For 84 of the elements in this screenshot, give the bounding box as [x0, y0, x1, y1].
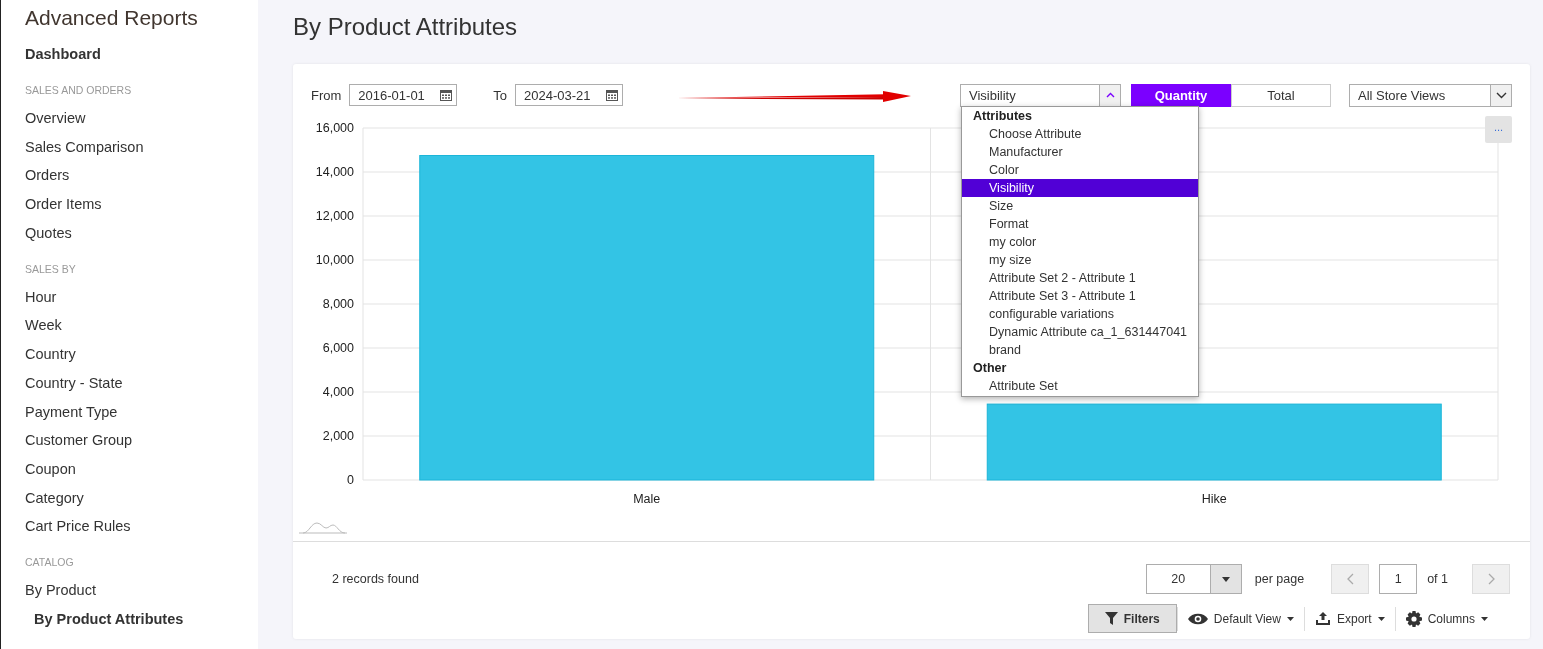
caret-down-icon — [1495, 91, 1507, 99]
axis-tick-label: 14,000 — [315, 165, 354, 179]
axis-tick-label: 6,000 — [322, 341, 354, 355]
dropdown-option[interactable]: Attribute Set 3 - Attribute 1 — [962, 287, 1198, 305]
caret-down-icon — [1481, 616, 1488, 621]
dropdown-option[interactable]: Visibility — [962, 179, 1198, 197]
axis-category-label: Hike — [1201, 492, 1227, 506]
dropdown-option[interactable]: Size — [962, 197, 1198, 215]
previous-page-button[interactable] — [1331, 564, 1370, 594]
sidebar-item[interactable]: By Product Attributes — [34, 608, 258, 629]
option-group-label: Other — [972, 360, 1008, 377]
date-label: From — [311, 87, 342, 103]
date-field[interactable]: 2016-01-01 — [349, 84, 458, 106]
sidebar-item[interactable]: Sales Comparison — [25, 136, 258, 157]
view-button[interactable]: Default View — [1177, 604, 1304, 633]
eye-icon — [1187, 612, 1208, 625]
sidebar-heading: SALES BY — [25, 262, 77, 275]
caret-down-icon — [1221, 576, 1230, 582]
caret-up-icon — [1105, 92, 1115, 98]
chevron-left-icon — [1346, 573, 1354, 585]
store-select[interactable]: All Store Views — [1349, 83, 1512, 107]
caret-down-icon — [1286, 616, 1294, 621]
metric-toggle[interactable]: Total — [1231, 83, 1331, 107]
axis-tick-label: 12,000 — [315, 209, 354, 223]
attribute-select[interactable]: Visibility — [960, 83, 1121, 107]
sidebar-item[interactable]: Overview — [25, 108, 258, 128]
sidebar-item[interactable]: Quotes — [25, 222, 258, 243]
sidebar-item[interactable]: Order Items — [25, 194, 258, 215]
chevron-right-icon — [1487, 573, 1495, 585]
dropdown-option[interactable]: Choose Attribute — [962, 125, 1198, 143]
axis-tick-label: 16,000 — [315, 121, 354, 135]
sidebar-heading: SALES AND ORDERS — [25, 84, 133, 96]
records-count: 2 records found — [332, 572, 419, 586]
filter-icon — [1104, 612, 1118, 625]
dropdown-option[interactable]: my color — [962, 233, 1198, 251]
filters-button[interactable]: Filters — [1087, 604, 1177, 633]
axis-tick-label: 0 — [347, 473, 354, 487]
page-size-select[interactable]: 20 — [1145, 564, 1242, 594]
export-button[interactable]: Export — [1304, 604, 1395, 633]
page-count: of 1 — [1427, 572, 1448, 586]
sidebar-item[interactable]: Payment Type — [25, 401, 258, 422]
date-field[interactable]: 2024-03-21 — [515, 84, 624, 106]
axis-tick-label: 10,000 — [315, 253, 354, 267]
sidebar-item[interactable]: Coupon — [25, 458, 258, 479]
next-page-button[interactable] — [1472, 564, 1510, 594]
axis-tick-label: 2,000 — [322, 429, 354, 443]
sparkline-icon — [299, 522, 347, 534]
chart-menu-button[interactable]: ... — [1485, 116, 1512, 143]
sidebar-item[interactable]: Hour — [25, 286, 258, 307]
axis-tick-label: 4,000 — [322, 385, 354, 399]
metric-toggle[interactable]: Quantity — [1131, 83, 1231, 107]
dropdown-option[interactable]: my size — [962, 251, 1198, 269]
option-group-label: Attributes — [972, 108, 1034, 125]
sidebar-item[interactable]: Customer Group — [25, 430, 258, 451]
sidebar-item[interactable]: Cart Price Rules — [25, 516, 258, 537]
columns-button[interactable]: Columns — [1395, 604, 1498, 633]
gear-icon — [1405, 610, 1422, 627]
sidebar-item[interactable]: Country - State — [25, 372, 258, 393]
page-number-field[interactable]: 1 — [1379, 564, 1418, 594]
sidebar-item[interactable]: Orders — [25, 165, 258, 186]
sidebar-heading: CATALOG — [25, 556, 75, 569]
dropdown-option[interactable]: Attribute Set 2 - Attribute 1 — [962, 269, 1198, 287]
sidebar-item[interactable]: Country — [25, 344, 258, 365]
calendar-icon — [440, 89, 453, 101]
dropdown-option[interactable]: Color — [962, 161, 1198, 179]
sidebar-item[interactable]: By Product — [25, 580, 258, 601]
sidebar-item[interactable]: Dashboard — [25, 44, 258, 64]
dropdown-option[interactable]: Format — [962, 215, 1198, 233]
upload-icon — [1314, 611, 1331, 626]
dropdown-option[interactable]: Manufacturer — [962, 143, 1198, 161]
dropdown-option[interactable]: configurable variations — [962, 305, 1198, 323]
caret-down-icon — [1377, 616, 1385, 621]
axis-category-label: Male — [633, 492, 661, 506]
date-label: To — [493, 87, 508, 103]
page-title: By Product Attributes — [293, 12, 519, 42]
dropdown-option[interactable]: Attribute Set — [962, 377, 1198, 395]
per-page-label: per page — [1254, 572, 1305, 586]
sidebar-title: Advanced Reports — [25, 6, 199, 30]
axis-tick-label: 8,000 — [322, 297, 354, 311]
sidebar-item[interactable]: Category — [25, 487, 258, 508]
dropdown-option[interactable]: brand — [962, 341, 1198, 359]
sidebar-item[interactable]: Week — [25, 315, 258, 336]
dropdown-option[interactable]: Dynamic Attribute ca_1_631447041 — [962, 323, 1198, 341]
calendar-icon — [606, 89, 619, 101]
